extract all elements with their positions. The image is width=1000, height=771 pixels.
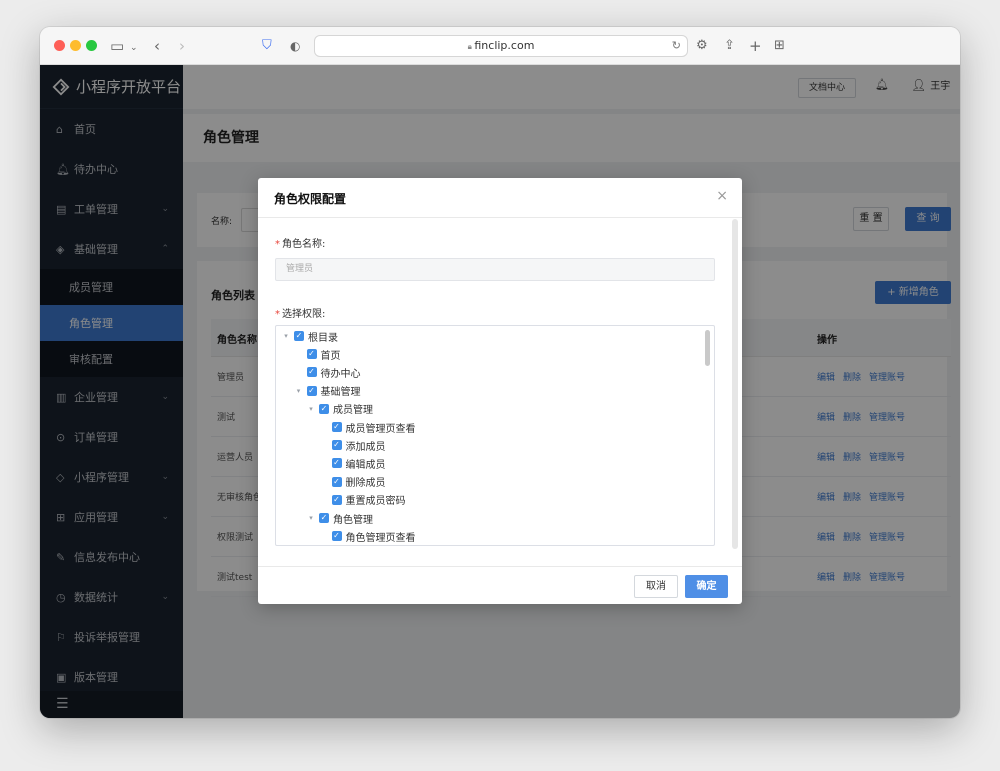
cancel-button[interactable]: 取消 (634, 575, 678, 598)
tree-node[interactable]: ✓ 成员管理页查看 (331, 418, 416, 436)
close-icon[interactable]: × (716, 188, 728, 204)
browser-window: ▭ ⌄ ‹ › ⛉ ◐ 🔒︎ finclip.com ↻ ⚙ ⇪ + ⊞ 小程序… (40, 27, 960, 718)
browser-toolbar: ▭ ⌄ ‹ › ⛉ ◐ 🔒︎ finclip.com ↻ ⚙ ⇪ + ⊞ (40, 27, 960, 65)
tree-node-label: 成员管理 (333, 405, 373, 417)
tree-node[interactable]: ✓ 删除成员 (331, 473, 386, 491)
tree-node[interactable]: ✓ 首页 (306, 345, 341, 363)
dialog-body: * 角色名称: 管理员 * 选择权限: ▾ ✓ 根目录 ✓ 首页 ✓ 待办中心 ▾ ✓ 基础管理 ▾ ✓ 成… (258, 219, 742, 566)
tree-scrollbar[interactable] (705, 330, 710, 366)
caret-down-icon[interactable]: ▾ (282, 332, 290, 340)
tree-node[interactable]: ✓ 角色管理页查看 (331, 527, 416, 545)
tree-node-label: 角色管理页查看 (345, 532, 416, 544)
tree-node[interactable]: ✓ 编辑成员 (331, 454, 386, 472)
checkbox-checked[interactable]: ✓ (331, 531, 342, 542)
checkbox-checked[interactable]: ✓ (331, 458, 342, 469)
privacy-icon[interactable]: ◐ (290, 36, 300, 56)
tab-overview-icon[interactable]: ⊞ (774, 36, 785, 56)
checkbox-checked[interactable]: ✓ (306, 367, 317, 378)
tree-node-label: 基础管理 (320, 387, 361, 399)
tree-node-label: 待办中心 (320, 368, 361, 380)
role-permission-dialog: 角色权限配置 × * 角色名称: 管理员 * 选择权限: ▾ ✓ 根目录 ✓ 首页 ✓ 待办中心… (258, 178, 742, 604)
checkbox-checked[interactable]: ✓ (319, 513, 329, 523)
tree-node[interactable]: ✓ 待办中心 (306, 363, 361, 381)
permissions-label-text: 选择权限: (282, 309, 326, 320)
checkbox-checked[interactable]: ✓ (306, 385, 317, 396)
tree-node[interactable]: ✓ 添加成员 (331, 436, 386, 454)
tree-node[interactable]: ✓ 重置成员密码 (331, 491, 406, 509)
close-window-button[interactable] (54, 40, 65, 51)
dialog-header: 角色权限配置 × (258, 178, 742, 218)
dialog-footer: 取消 确定 (258, 566, 742, 604)
checkbox-checked[interactable]: ✓ (331, 440, 342, 451)
role-name-input[interactable]: 管理员 (275, 258, 715, 281)
tree-node-label: 角色管理 (333, 514, 373, 526)
tree-node-label: 首页 (320, 350, 341, 362)
address-bar[interactable]: 🔒︎ finclip.com ↻ (314, 35, 688, 57)
tree-node[interactable]: ▾ ✓ 基础管理 (295, 382, 361, 400)
extensions-gear-icon[interactable]: ⚙ (696, 36, 708, 56)
dialog-title: 角色权限配置 (274, 192, 347, 206)
required-asterisk: * (275, 239, 280, 250)
permissions-label: * 选择权限: (275, 305, 325, 320)
tab-group-chevron-icon[interactable]: ⌄ (130, 38, 138, 58)
role-name-label: * 角色名称: (275, 235, 325, 250)
confirm-button[interactable]: 确定 (685, 575, 728, 598)
maximize-window-button[interactable] (86, 40, 97, 51)
sidebar-toggle-icon[interactable]: ▭ (110, 36, 124, 56)
checkbox-checked[interactable]: ✓ (331, 476, 342, 487)
permission-tree[interactable]: ▾ ✓ 根目录 ✓ 首页 ✓ 待办中心 ▾ ✓ 基础管理 ▾ ✓ 成员管理 ✓ 成员管理页查看 ✓ 添加成员 ✓ 编… (275, 325, 715, 546)
caret-down-icon[interactable]: ▾ (307, 514, 315, 522)
tree-node[interactable]: ▾ ✓ 根目录 (282, 327, 338, 345)
url-text: finclip.com (474, 39, 535, 52)
back-icon[interactable]: ‹ (154, 36, 160, 56)
shield-icon[interactable]: ⛉ (262, 36, 272, 56)
checkbox-checked[interactable]: ✓ (294, 331, 304, 341)
tree-node-label: 编辑成员 (345, 459, 386, 471)
tree-node-label: 根目录 (308, 332, 338, 344)
caret-down-icon[interactable]: ▾ (307, 405, 315, 413)
tree-node[interactable]: ▾ ✓ 角色管理 (307, 509, 373, 527)
forward-icon[interactable]: › (179, 36, 185, 56)
share-icon[interactable]: ⇪ (724, 36, 735, 56)
tree-node-label: 删除成员 (345, 478, 386, 490)
tree-node-label: 重置成员密码 (345, 496, 406, 508)
tree-node[interactable]: ▾ ✓ 成员管理 (307, 400, 373, 418)
role-name-label-text: 角色名称: (282, 239, 326, 250)
checkbox-checked[interactable]: ✓ (306, 349, 317, 360)
tree-node-label: 成员管理页查看 (345, 423, 416, 435)
new-tab-icon[interactable]: + (749, 36, 762, 56)
tree-node-label: 添加成员 (345, 441, 386, 453)
caret-down-icon[interactable]: ▾ (295, 387, 303, 395)
minimize-window-button[interactable] (70, 40, 81, 51)
dialog-scrollbar[interactable] (732, 219, 738, 549)
checkbox-checked[interactable]: ✓ (331, 494, 342, 505)
checkbox-checked[interactable]: ✓ (319, 403, 329, 414)
checkbox-checked[interactable]: ✓ (331, 422, 342, 432)
reload-icon[interactable]: ↻ (672, 36, 681, 56)
required-asterisk: * (275, 309, 280, 320)
